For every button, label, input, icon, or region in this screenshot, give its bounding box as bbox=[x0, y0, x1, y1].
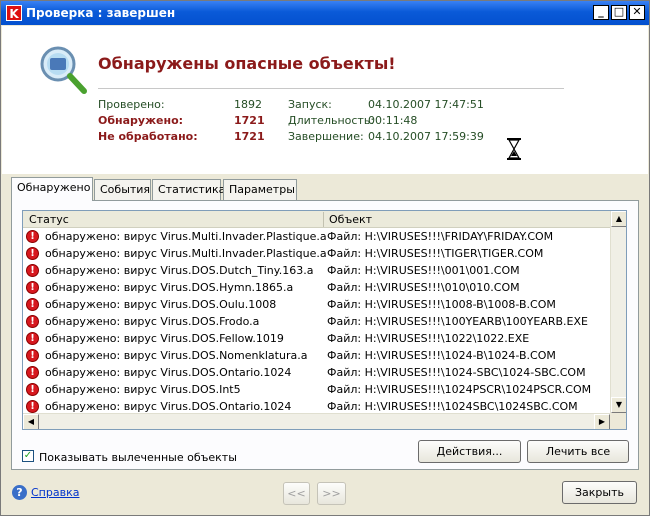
unprocessed-label: Не обработано: bbox=[98, 130, 198, 143]
finish-label: Завершение: bbox=[288, 130, 364, 143]
duration-label: Длительность: bbox=[288, 114, 375, 127]
scroll-up-button[interactable]: ▲ bbox=[611, 211, 626, 227]
row-object: Файл: H:\VIRUSES!!!\001\001.COM bbox=[327, 264, 520, 277]
row-status: обнаружено: вирус Virus.DOS.Hymn.1865.a bbox=[45, 281, 294, 294]
row-status: обнаружено: вирус Virus.DOS.Oulu.1008 bbox=[45, 298, 277, 311]
row-object: Файл: H:\VIRUSES!!!\010\010.COM bbox=[327, 281, 520, 294]
danger-icon: ! bbox=[26, 298, 39, 311]
page-title: Обнаружены опасные объекты! bbox=[98, 54, 396, 73]
danger-icon: ! bbox=[26, 264, 39, 277]
actions-button[interactable]: Действия... bbox=[418, 440, 521, 463]
show-cured-checkbox[interactable]: ✓ bbox=[22, 450, 34, 462]
row-status: обнаружено: вирус Virus.Multi.Invader.Pl… bbox=[45, 247, 327, 260]
danger-icon: ! bbox=[26, 349, 39, 362]
row-object: Файл: H:\VIRUSES!!!\100YEARB\100YEARB.EX… bbox=[327, 315, 588, 328]
tab-statistics[interactable]: Статистика bbox=[152, 179, 225, 200]
tab-detected[interactable]: Обнаружено bbox=[11, 177, 93, 201]
start-value: 04.10.2007 17:47:51 bbox=[368, 98, 484, 111]
danger-icon: ! bbox=[26, 247, 39, 260]
tab-panel: Статус Объект ! обнаружено: вирус Virus.… bbox=[11, 200, 639, 470]
row-status: обнаружено: вирус Virus.DOS.Fellow.1019 bbox=[45, 332, 284, 345]
scan-window: K Проверка : завершен _ □ ✕ Обнаружены о… bbox=[0, 0, 650, 516]
table-row[interactable]: ! обнаружено: вирус Virus.DOS.Oulu.1008 … bbox=[23, 296, 613, 313]
tab-events[interactable]: События bbox=[94, 179, 151, 200]
checked-value: 1892 bbox=[234, 98, 262, 111]
row-object: Файл: H:\VIRUSES!!!\1024SBC\1024SBC.COM bbox=[327, 400, 578, 413]
table-row[interactable]: ! обнаружено: вирус Virus.DOS.Int5 Файл:… bbox=[23, 381, 613, 398]
cure-all-button[interactable]: Лечить все bbox=[527, 440, 629, 463]
row-status: обнаружено: вирус Virus.DOS.Nomenklatura… bbox=[45, 349, 308, 362]
row-status: обнаружено: вирус Virus.DOS.Int5 bbox=[45, 383, 241, 396]
close-window-button[interactable]: ✕ bbox=[629, 5, 645, 20]
detected-list[interactable]: Статус Объект ! обнаружено: вирус Virus.… bbox=[22, 210, 627, 430]
table-row[interactable]: ! обнаружено: вирус Virus.DOS.Hymn.1865.… bbox=[23, 279, 613, 296]
row-status: обнаружено: вирус Virus.Multi.Invader.Pl… bbox=[45, 230, 327, 243]
detected-label: Обнаружено: bbox=[98, 114, 184, 127]
row-object: Файл: H:\VIRUSES!!!\1024PSCR\1024PSCR.CO… bbox=[327, 383, 592, 396]
danger-icon: ! bbox=[26, 315, 39, 328]
row-object: Файл: H:\VIRUSES!!!\1008-B\1008-B.COM bbox=[327, 298, 556, 311]
table-row[interactable]: ! обнаружено: вирус Virus.Multi.Invader.… bbox=[23, 245, 613, 262]
close-button[interactable]: Закрыть bbox=[562, 481, 637, 504]
kaspersky-icon: K bbox=[6, 5, 22, 21]
show-cured-label[interactable]: Показывать вылеченные объекты bbox=[39, 451, 237, 464]
danger-icon: ! bbox=[26, 383, 39, 396]
row-status: обнаружено: вирус Virus.DOS.Frodo.a bbox=[45, 315, 260, 328]
help-link[interactable]: Справка bbox=[31, 486, 79, 499]
column-separator[interactable] bbox=[323, 212, 324, 227]
start-label: Запуск: bbox=[288, 98, 332, 111]
vertical-scrollbar[interactable]: ▲ ▼ bbox=[610, 211, 626, 413]
tab-parameters[interactable]: Параметры bbox=[223, 179, 297, 200]
maximize-button[interactable]: □ bbox=[611, 5, 627, 20]
row-status: обнаружено: вирус Virus.DOS.Ontario.1024 bbox=[45, 400, 292, 413]
scroll-right-button[interactable]: ▶ bbox=[594, 414, 610, 429]
finish-value: 04.10.2007 17:59:39 bbox=[368, 130, 484, 143]
danger-icon: ! bbox=[26, 400, 39, 413]
column-status[interactable]: Статус bbox=[29, 213, 69, 226]
column-object[interactable]: Объект bbox=[329, 213, 372, 226]
minimize-button[interactable]: _ bbox=[593, 5, 609, 20]
magnifier-icon bbox=[40, 46, 87, 94]
list-header: Статус Объект bbox=[23, 211, 613, 228]
row-status: обнаружено: вирус Virus.DOS.Dutch_Tiny.1… bbox=[45, 264, 314, 277]
table-row[interactable]: ! обнаружено: вирус Virus.DOS.Dutch_Tiny… bbox=[23, 262, 613, 279]
duration-value: 00:11:48 bbox=[368, 114, 418, 127]
next-button[interactable]: >> bbox=[317, 482, 346, 505]
danger-icon: ! bbox=[26, 366, 39, 379]
prev-button[interactable]: << bbox=[283, 482, 310, 505]
table-row[interactable]: ! обнаружено: вирус Virus.Multi.Invader.… bbox=[23, 228, 613, 245]
row-object: Файл: H:\VIRUSES!!!\FRIDAY\FRIDAY.COM bbox=[327, 230, 554, 243]
danger-icon: ! bbox=[26, 230, 39, 243]
row-object: Файл: H:\VIRUSES!!!\1024-B\1024-B.COM bbox=[327, 349, 556, 362]
checked-label: Проверено: bbox=[98, 98, 165, 111]
row-object: Файл: H:\VIRUSES!!!\TIGER\TIGER.COM bbox=[327, 247, 544, 260]
detected-value: 1721 bbox=[234, 114, 265, 127]
hourglass-icon bbox=[507, 138, 521, 160]
window-title: Проверка : завершен bbox=[26, 6, 176, 20]
scroll-corner bbox=[610, 413, 626, 429]
danger-icon: ! bbox=[26, 281, 39, 294]
scroll-down-button[interactable]: ▼ bbox=[611, 397, 626, 413]
scroll-left-button[interactable]: ◀ bbox=[23, 414, 39, 429]
help-icon[interactable]: ? bbox=[12, 485, 27, 500]
table-row[interactable]: ! обнаружено: вирус Virus.DOS.Fellow.101… bbox=[23, 330, 613, 347]
row-object: Файл: H:\VIRUSES!!!\1022\1022.EXE bbox=[327, 332, 530, 345]
row-object: Файл: H:\VIRUSES!!!\1024-SBC\1024-SBC.CO… bbox=[327, 366, 586, 379]
table-row[interactable]: ! обнаружено: вирус Virus.DOS.Nomenklatu… bbox=[23, 347, 613, 364]
row-status: обнаружено: вирус Virus.DOS.Ontario.1024 bbox=[45, 366, 292, 379]
divider bbox=[98, 88, 564, 89]
horizontal-scrollbar[interactable]: ◀ ▶ bbox=[23, 413, 626, 429]
table-row[interactable]: ! обнаружено: вирус Virus.DOS.Ontario.10… bbox=[23, 364, 613, 381]
title-bar[interactable]: K Проверка : завершен _ □ ✕ bbox=[1, 1, 649, 25]
unprocessed-value: 1721 bbox=[234, 130, 265, 143]
table-row[interactable]: ! обнаружено: вирус Virus.DOS.Frodo.a Фа… bbox=[23, 313, 613, 330]
danger-icon: ! bbox=[26, 332, 39, 345]
